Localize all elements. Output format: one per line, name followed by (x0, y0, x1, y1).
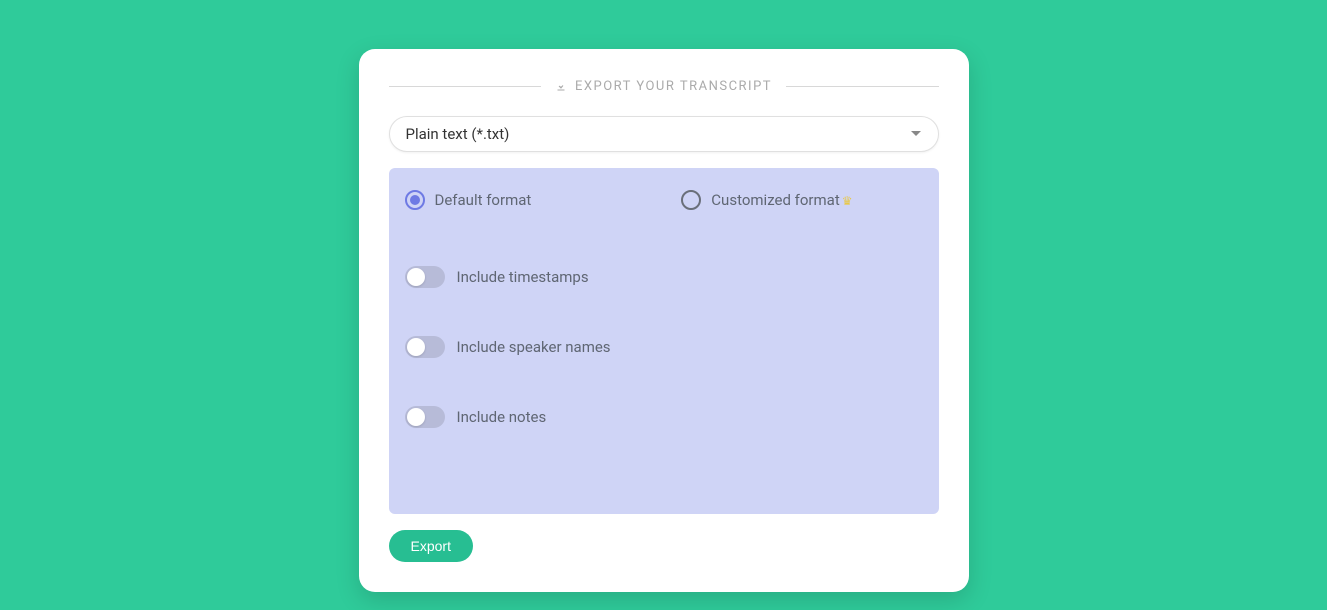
toggle-switch (405, 266, 445, 288)
toggle-knob (407, 338, 425, 356)
radio-default-label: Default format (435, 191, 532, 209)
format-select-value: Plain text (*.txt) (406, 125, 510, 143)
divider-right (786, 86, 938, 87)
radio-icon (405, 190, 425, 210)
export-modal: EXPORT YOUR TRANSCRIPT Plain text (*.txt… (359, 49, 969, 592)
toggle-notes-label: Include notes (457, 408, 547, 426)
toggle-knob (407, 268, 425, 286)
radio-icon (681, 190, 701, 210)
toggle-speaker-names-label: Include speaker names (457, 338, 611, 356)
toggle-switch (405, 406, 445, 428)
format-radio-group: Default format Customized format♛ (405, 186, 923, 210)
radio-default-format[interactable]: Default format (405, 190, 532, 210)
toggle-speaker-names[interactable]: Include speaker names (405, 336, 923, 358)
toggle-knob (407, 408, 425, 426)
download-icon (555, 80, 567, 92)
radio-dot (410, 195, 420, 205)
radio-customized-format[interactable]: Customized format♛ (681, 190, 852, 210)
export-button[interactable]: Export (389, 530, 473, 562)
radio-customized-label: Customized format♛ (711, 191, 852, 209)
modal-header: EXPORT YOUR TRANSCRIPT (389, 79, 939, 94)
toggle-timestamps[interactable]: Include timestamps (405, 266, 923, 288)
divider-left (389, 86, 541, 87)
options-panel: Default format Customized format♛ Includ… (389, 168, 939, 514)
toggle-timestamps-label: Include timestamps (457, 268, 589, 286)
toggle-switch (405, 336, 445, 358)
format-select-wrapper[interactable]: Plain text (*.txt) (389, 116, 939, 152)
modal-title-wrap: EXPORT YOUR TRANSCRIPT (541, 79, 786, 94)
crown-icon: ♛ (842, 194, 853, 208)
format-select[interactable]: Plain text (*.txt) (389, 116, 939, 152)
toggle-notes[interactable]: Include notes (405, 406, 923, 428)
modal-title: EXPORT YOUR TRANSCRIPT (575, 79, 772, 94)
